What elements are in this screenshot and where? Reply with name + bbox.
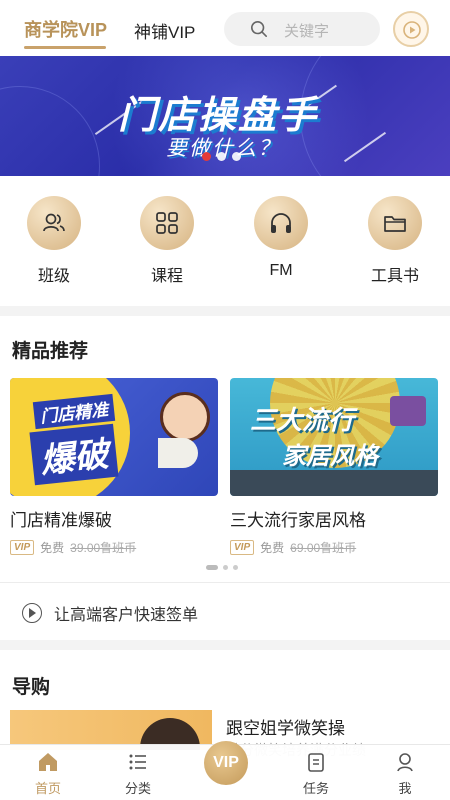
category-toolbook[interactable]: 工具书: [350, 196, 440, 286]
nav-task[interactable]: 任务: [281, 751, 351, 797]
featured-title: 精品推荐: [12, 341, 89, 362]
category-icon-bg: [254, 196, 308, 250]
carousel-dot[interactable]: [223, 565, 228, 570]
banner-pagination: [202, 152, 241, 161]
bottom-nav: 首页 分类 VIP 任务 我: [0, 741, 450, 800]
original-price: 69.00鲁班币: [290, 541, 357, 555]
category-class[interactable]: 班级: [9, 196, 99, 286]
section-divider: [0, 306, 450, 316]
headphones-icon: [271, 213, 291, 233]
nav-vip-button[interactable]: VIP: [204, 741, 248, 785]
category-label: 课程: [150, 268, 183, 285]
thumbnail-text-top: 三大流行: [250, 405, 355, 435]
nav-label: 任务: [302, 781, 329, 796]
grid-icon: [156, 212, 178, 234]
course-card[interactable]: 门店精准 爆破 门店精准爆破 VIP 免费 39.00鲁班币: [10, 378, 218, 556]
audio-title: 让高端客户快速签单: [54, 607, 199, 624]
thumbnail-text-main: 家居风格: [282, 443, 378, 470]
guide-title: 导购: [12, 677, 51, 698]
list-icon: [129, 754, 146, 770]
home-icon: [39, 753, 57, 771]
nav-label: 首页: [34, 781, 61, 796]
category-row: 班级 课程 FM 工具书: [0, 196, 450, 296]
people-icon: [43, 213, 65, 232]
nav-label: 我: [398, 781, 412, 796]
course-thumbnail[interactable]: 三大流行 家居风格: [230, 378, 438, 496]
course-card[interactable]: 三大流行 家居风格 三大流行家居风格 VIP 免费 69.00鲁班币: [230, 378, 438, 556]
course-meta: VIP 免费 69.00鲁班币: [230, 539, 438, 556]
tab-shop-vip[interactable]: 神铺VIP: [134, 18, 195, 43]
nav-me[interactable]: 我: [370, 751, 440, 797]
thumbnail-megaphone: [158, 438, 198, 468]
nav-label: 分类: [124, 781, 151, 796]
divider-line: [0, 582, 450, 583]
play-button[interactable]: [393, 11, 429, 47]
guide-item-title[interactable]: 跟空姐学微笑操: [226, 714, 345, 739]
play-icon: [403, 21, 421, 39]
section-divider: [0, 640, 450, 650]
nav-category[interactable]: 分类: [103, 751, 173, 797]
tab-business-vip[interactable]: 商学院VIP: [24, 16, 107, 42]
thumbnail-sofa: [390, 396, 426, 426]
free-label: 免费: [40, 541, 65, 555]
vip-badge: VIP: [10, 540, 35, 555]
search-bar[interactable]: 关键字: [224, 12, 380, 46]
active-tab-indicator: [24, 46, 106, 49]
play-circle-icon: [22, 603, 42, 623]
audio-recommendation[interactable]: 让高端客户快速签单: [22, 601, 198, 625]
nav-home[interactable]: 首页: [13, 751, 83, 797]
category-label: 工具书: [370, 268, 419, 285]
category-icon-bg: [368, 196, 422, 250]
banner-dot[interactable]: [232, 152, 241, 161]
banner-ring: [0, 86, 100, 176]
carousel-dot[interactable]: [233, 565, 238, 570]
course-thumbnail[interactable]: 门店精准 爆破: [10, 378, 218, 496]
category-label: FM: [269, 262, 293, 279]
original-price: 39.00鲁班币: [70, 541, 137, 555]
banner-dot[interactable]: [202, 152, 211, 161]
carousel-dot[interactable]: [206, 565, 218, 570]
thumbnail-floor: [230, 470, 438, 496]
banner-dot[interactable]: [217, 152, 226, 161]
free-label: 免费: [260, 541, 285, 555]
thumbnail-text-main: 爆破: [29, 423, 119, 486]
thumbnail-figure: [160, 392, 210, 442]
folder-icon: [384, 216, 406, 232]
vip-badge: VIP: [230, 540, 255, 555]
banner-title: 门店操盘手: [118, 95, 319, 137]
course-meta: VIP 免费 39.00鲁班币: [10, 539, 218, 556]
banner-ring: [300, 56, 450, 176]
category-icon-bg: [27, 196, 81, 250]
course-title: 三大流行家居风格: [230, 511, 366, 530]
clipboard-icon: [308, 753, 324, 772]
category-icon-bg: [140, 196, 194, 250]
course-title: 门店精准爆破: [10, 511, 112, 530]
search-placeholder: 关键字: [284, 23, 330, 40]
category-course[interactable]: 课程: [122, 196, 212, 286]
user-icon: [397, 753, 413, 772]
category-label: 班级: [37, 268, 70, 285]
category-fm[interactable]: FM: [236, 196, 326, 280]
search-icon: [250, 20, 268, 38]
top-bar: 商学院VIP 神铺VIP 关键字: [0, 0, 450, 56]
carousel-pagination: [206, 565, 238, 570]
